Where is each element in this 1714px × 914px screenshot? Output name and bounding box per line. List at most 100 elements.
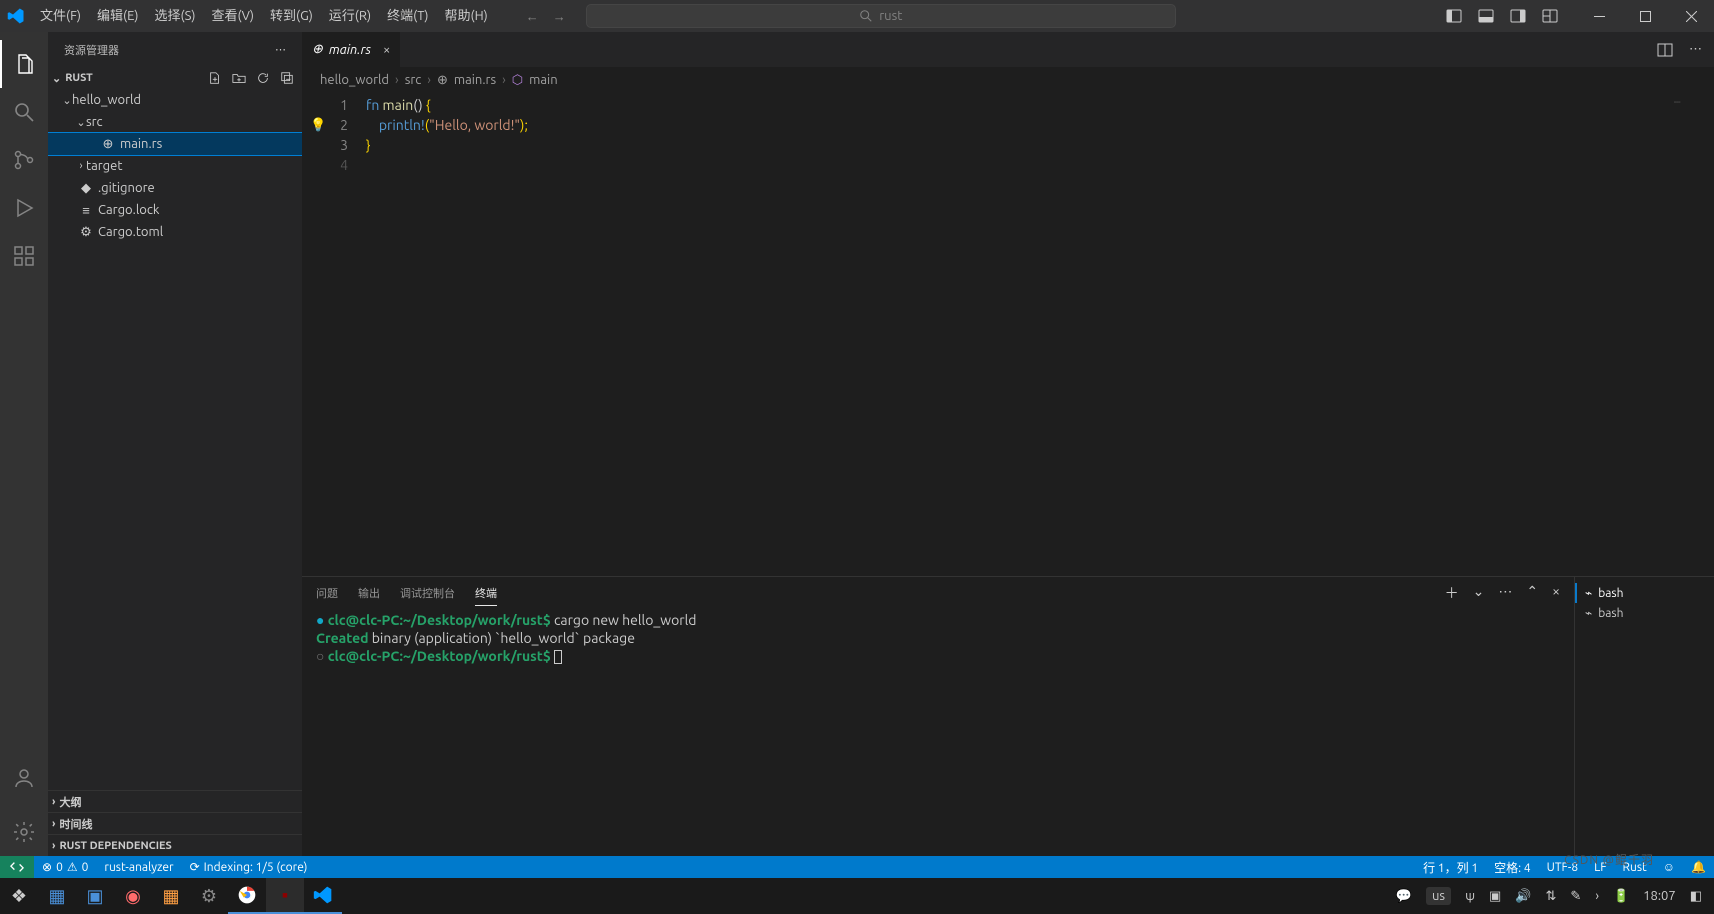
menu-go[interactable]: 转到(G)	[262, 0, 321, 32]
tree-folder-hello-world[interactable]: ⌄hello_world	[48, 89, 302, 111]
breadcrumbs[interactable]: hello_world› src› ⊕main.rs› ⬡main	[302, 67, 1714, 93]
tray-battery-icon[interactable]: 🔋	[1613, 889, 1629, 904]
collapse-all-icon[interactable]	[280, 71, 294, 85]
tray-clock[interactable]: 18:07	[1643, 889, 1676, 903]
new-file-icon[interactable]	[208, 71, 222, 85]
tray-edit-icon[interactable]: ✎	[1570, 889, 1581, 904]
breadcrumb-item[interactable]: src	[405, 73, 422, 87]
minimap[interactable]: ▀▀▀	[1674, 93, 1714, 576]
activity-debug-icon[interactable]	[0, 184, 48, 232]
nav-forward-icon[interactable]: →	[553, 9, 566, 24]
menu-select[interactable]: 选择(S)	[147, 0, 204, 32]
tree-label: Cargo.toml	[98, 225, 163, 239]
panel-tab-problems[interactable]: 问题	[316, 581, 338, 605]
section-label: 时间线	[59, 816, 92, 832]
code-editor[interactable]: 💡 1234 fn main() { println!("Hello, worl…	[302, 93, 1714, 576]
nav-back-icon[interactable]: ←	[526, 9, 539, 24]
activity-scm-icon[interactable]	[0, 136, 48, 184]
taskbar-app-store-icon[interactable]: ▦	[152, 878, 190, 914]
status-notifications-icon[interactable]: 🔔	[1683, 856, 1714, 878]
tray-volume-icon[interactable]: 🔊	[1515, 889, 1531, 904]
section-rust-deps[interactable]: ›RUST DEPENDENCIES	[48, 834, 302, 856]
status-indexing[interactable]: ⟳Indexing: 1/5 (core)	[182, 856, 316, 878]
taskbar-app-1-icon[interactable]: ▣	[76, 878, 114, 914]
tree-file-cargo-toml[interactable]: ⚙ Cargo.toml	[48, 221, 302, 243]
terminal-item-bash-1[interactable]: ⌁bash	[1575, 583, 1704, 603]
status-feedback-icon[interactable]: ☺	[1655, 856, 1683, 878]
close-tab-icon[interactable]: ×	[383, 43, 390, 57]
status-cursor-pos[interactable]: 行 1，列 1	[1415, 856, 1486, 878]
panel-tab-terminal[interactable]: 终端	[475, 581, 497, 606]
taskbar-files-icon[interactable]: ▦	[38, 878, 76, 914]
maximize-button[interactable]	[1622, 0, 1668, 32]
new-terminal-icon[interactable]: ＋	[1445, 579, 1459, 607]
taskbar-browser-icon[interactable]: ◉	[114, 878, 152, 914]
nav-buttons: ← →	[526, 9, 566, 24]
tree-folder-src[interactable]: ⌄src	[48, 111, 302, 133]
terminal-item-bash-2[interactable]: ⌁bash	[1585, 603, 1704, 623]
tray-input-method[interactable]: us	[1426, 887, 1451, 905]
terminal-output[interactable]: ● clc@clc-PC:~/Desktop/work/rust$ cargo …	[302, 609, 1574, 856]
tray-network-icon[interactable]: ⇅	[1546, 889, 1557, 904]
layout-controls	[1446, 8, 1576, 24]
menu-help[interactable]: 帮助(H)	[437, 0, 496, 32]
menu-terminal[interactable]: 终端(T)	[379, 0, 436, 32]
breadcrumb-item[interactable]: hello_world	[320, 73, 389, 87]
breadcrumb-item[interactable]: main.rs	[454, 73, 496, 87]
taskbar-terminal-icon[interactable]: ▪	[266, 878, 304, 914]
tree-folder-target[interactable]: ›target	[48, 155, 302, 177]
terminal-list: ⌁bash ⌁bash	[1574, 577, 1714, 856]
menu-file[interactable]: 文件(F)	[32, 0, 89, 32]
panel-tab-debug[interactable]: 调试控制台	[400, 581, 455, 605]
toml-file-icon: ⚙	[78, 225, 94, 240]
tray-chat-icon[interactable]: 💬	[1396, 889, 1412, 904]
editor-more-icon[interactable]: ⋯	[1689, 42, 1702, 57]
taskbar-chrome-icon[interactable]	[228, 878, 266, 914]
panel-more-icon[interactable]: ⋯	[1498, 579, 1512, 607]
tree-file-gitignore[interactable]: ◆.gitignore	[48, 177, 302, 199]
status-errors[interactable]: ⊗0⚠0	[34, 856, 96, 878]
breadcrumb-item[interactable]: main	[529, 73, 557, 87]
tray-more-icon[interactable]: ›	[1595, 889, 1599, 903]
tree-file-cargo-lock[interactable]: ≡Cargo.lock	[48, 199, 302, 221]
sidebar-more-icon[interactable]: ⋯	[275, 43, 286, 56]
minimize-button[interactable]	[1576, 0, 1622, 32]
status-indent[interactable]: 空格: 4	[1486, 856, 1538, 878]
taskbar-launcher-icon[interactable]: ❖	[0, 878, 38, 914]
remote-indicator[interactable]	[0, 856, 34, 878]
taskbar-vscode-icon[interactable]	[304, 878, 342, 914]
new-folder-icon[interactable]	[232, 71, 246, 85]
tray-usb-icon[interactable]: ψ	[1465, 889, 1475, 903]
activity-search-icon[interactable]	[0, 88, 48, 136]
panel-tab-output[interactable]: 输出	[358, 581, 380, 605]
split-editor-icon[interactable]	[1657, 42, 1673, 58]
section-timeline[interactable]: ›时间线	[48, 812, 302, 834]
editor-group: ⊕ main.rs × ⋯ hello_world› src› ⊕main.rs…	[302, 32, 1714, 856]
status-rust-analyzer[interactable]: rust-analyzer	[96, 856, 181, 878]
tray-notification-icon[interactable]: ◧	[1690, 889, 1702, 904]
menu-edit[interactable]: 编辑(E)	[89, 0, 146, 32]
section-outline[interactable]: ›大纲	[48, 790, 302, 812]
activity-settings-icon[interactable]	[0, 808, 48, 856]
toggle-primary-sidebar-icon[interactable]	[1446, 8, 1462, 24]
activity-account-icon[interactable]	[0, 754, 48, 802]
activity-explorer-icon[interactable]	[0, 40, 48, 88]
menu-view[interactable]: 查看(V)	[204, 0, 262, 32]
chevron-right-icon: ›	[52, 796, 55, 808]
toggle-secondary-sidebar-icon[interactable]	[1510, 8, 1526, 24]
command-center[interactable]: rust	[586, 4, 1176, 28]
customize-layout-icon[interactable]	[1542, 8, 1558, 24]
taskbar-settings-icon[interactable]: ⚙	[190, 878, 228, 914]
folder-header[interactable]: ⌄ RUST	[48, 67, 302, 89]
toggle-panel-icon[interactable]	[1478, 8, 1494, 24]
refresh-icon[interactable]	[256, 71, 270, 85]
terminal-dropdown-icon[interactable]: ⌄	[1473, 579, 1485, 607]
menu-run[interactable]: 运行(R)	[321, 0, 379, 32]
close-button[interactable]	[1668, 0, 1714, 32]
activity-extensions-icon[interactable]	[0, 232, 48, 280]
editor-tab-main-rs[interactable]: ⊕ main.rs ×	[302, 32, 401, 67]
tray-display-icon[interactable]: ▣	[1489, 889, 1501, 904]
maximize-panel-icon[interactable]: ⌃	[1526, 579, 1538, 607]
close-panel-icon[interactable]: ×	[1552, 579, 1560, 607]
tree-file-main-rs[interactable]: ⊕main.rs	[48, 133, 302, 155]
